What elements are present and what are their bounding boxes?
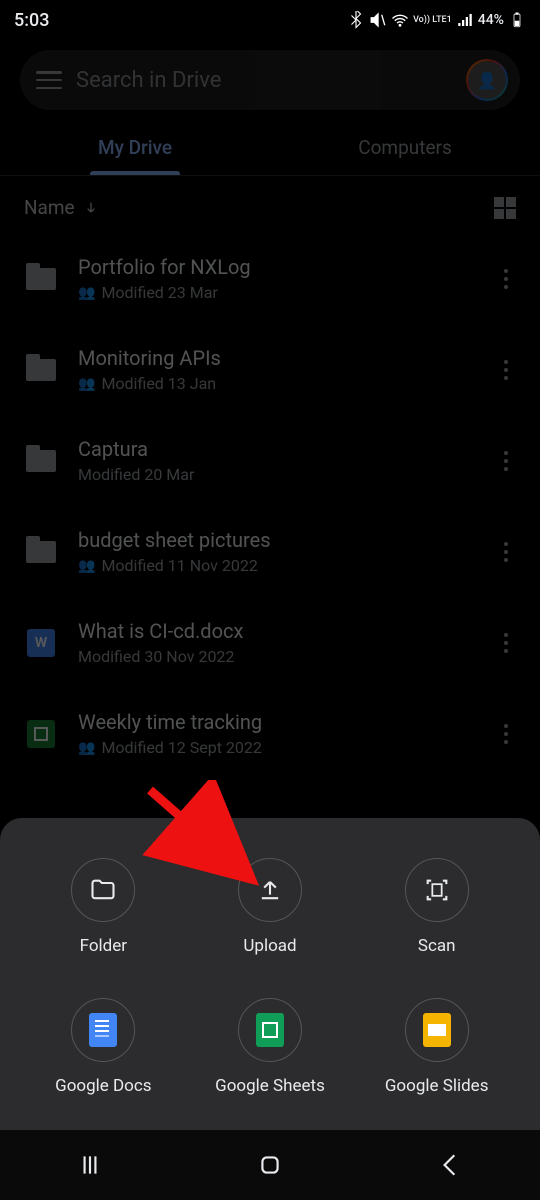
back-button[interactable] bbox=[437, 1152, 463, 1178]
file-meta-text: Modified 11 Nov 2022 bbox=[101, 556, 257, 575]
shared-icon: 👥 bbox=[78, 558, 95, 574]
bluetooth-icon bbox=[347, 11, 365, 29]
file-meta-text: Modified 13 Jan bbox=[101, 374, 216, 393]
sheets-icon bbox=[238, 998, 302, 1062]
file-meta-text: Modified 23 Mar bbox=[101, 283, 217, 302]
avatar[interactable]: 👤 bbox=[466, 59, 508, 101]
file-meta: Modified 20 Mar bbox=[78, 465, 476, 484]
upload-icon bbox=[238, 858, 302, 922]
battery-percent: 44% bbox=[478, 12, 504, 28]
scan-icon bbox=[405, 858, 469, 922]
recents-button[interactable] bbox=[77, 1152, 103, 1178]
signal-icon bbox=[456, 11, 474, 29]
list-item[interactable]: Captura Modified 20 Mar bbox=[18, 415, 522, 506]
action-folder[interactable]: Folder bbox=[20, 858, 187, 956]
file-meta: 👥 Modified 12 Sept 2022 bbox=[78, 738, 476, 757]
action-label: Google Docs bbox=[55, 1076, 151, 1096]
action-label: Google Slides bbox=[385, 1076, 489, 1096]
more-button[interactable] bbox=[496, 360, 516, 380]
docx-icon: W bbox=[24, 626, 58, 660]
file-name: Captura bbox=[78, 437, 476, 461]
file-name: Portfolio for NXLog bbox=[78, 255, 476, 279]
action-slides[interactable]: Google Slides bbox=[353, 998, 520, 1096]
slides-icon bbox=[405, 998, 469, 1062]
folder-icon bbox=[24, 353, 58, 387]
action-scan[interactable]: Scan bbox=[353, 858, 520, 956]
tab-my-drive[interactable]: My Drive bbox=[0, 120, 270, 175]
tabs: My Drive Computers bbox=[0, 120, 540, 176]
file-meta-text: Modified 20 Mar bbox=[78, 465, 194, 484]
file-info: Weekly time tracking 👥 Modified 12 Sept 20… bbox=[78, 710, 476, 757]
action-label: Folder bbox=[80, 936, 127, 956]
file-name: budget sheet pictures bbox=[78, 528, 476, 552]
file-meta: 👥 Modified 13 Jan bbox=[78, 374, 476, 393]
list-item[interactable]: W What is CI-cd.docx Modified 30 Nov 2022 bbox=[18, 597, 522, 688]
action-docs[interactable]: Google Docs bbox=[20, 998, 187, 1096]
view-toggle[interactable] bbox=[494, 197, 516, 219]
action-upload[interactable]: Upload bbox=[187, 858, 354, 956]
tab-label: Computers bbox=[358, 136, 452, 159]
battery-icon bbox=[508, 11, 526, 29]
action-label: Google Sheets bbox=[215, 1076, 325, 1096]
list-item[interactable]: Monitoring APIs 👥 Modified 13 Jan bbox=[18, 324, 522, 415]
file-info: Captura Modified 20 Mar bbox=[78, 437, 476, 484]
file-meta: Modified 30 Nov 2022 bbox=[78, 647, 476, 666]
folder-icon bbox=[71, 858, 135, 922]
status-time: 5:03 bbox=[14, 10, 49, 31]
file-info: budget sheet pictures 👥 Modified 11 Nov 20… bbox=[78, 528, 476, 575]
wifi-icon bbox=[391, 11, 409, 29]
more-button[interactable] bbox=[496, 724, 516, 744]
folder-icon bbox=[24, 535, 58, 569]
more-button[interactable] bbox=[496, 542, 516, 562]
status-bar: 5:03 Vo)) LTE1 44% bbox=[0, 0, 540, 40]
action-sheets[interactable]: Google Sheets bbox=[187, 998, 354, 1096]
action-label: Upload bbox=[243, 936, 296, 956]
list-item[interactable]: budget sheet pictures 👥 Modified 11 Nov 20… bbox=[18, 506, 522, 597]
file-meta-text: Modified 30 Nov 2022 bbox=[78, 647, 234, 666]
folder-icon bbox=[24, 262, 58, 296]
file-meta: 👥 Modified 23 Mar bbox=[78, 283, 476, 302]
arrow-down-icon bbox=[83, 200, 99, 216]
android-nav bbox=[0, 1130, 540, 1200]
search-placeholder: Search in Drive bbox=[76, 68, 452, 93]
more-button[interactable] bbox=[496, 633, 516, 653]
more-button[interactable] bbox=[496, 269, 516, 289]
sort-button[interactable]: Name bbox=[24, 196, 99, 219]
shared-icon: 👥 bbox=[78, 285, 95, 301]
create-new-sheet: Folder Upload Scan Google Docs Google Sheets… bbox=[0, 818, 540, 1130]
menu-icon[interactable] bbox=[36, 71, 62, 89]
sheet-icon bbox=[24, 717, 58, 751]
tab-label: My Drive bbox=[98, 136, 172, 159]
docs-icon bbox=[71, 998, 135, 1062]
sort-text: Name bbox=[24, 196, 75, 219]
mute-icon bbox=[369, 11, 387, 29]
list-item[interactable]: Portfolio for NXLog 👥 Modified 23 Mar bbox=[18, 233, 522, 324]
list-item[interactable]: Weekly time tracking 👥 Modified 12 Sept 20… bbox=[18, 688, 522, 779]
shared-icon: 👥 bbox=[78, 740, 95, 756]
tab-computers[interactable]: Computers bbox=[270, 120, 540, 175]
more-button[interactable] bbox=[496, 451, 516, 471]
file-name: Monitoring APIs bbox=[78, 346, 476, 370]
file-name: Weekly time tracking bbox=[78, 710, 476, 734]
file-info: Monitoring APIs 👥 Modified 13 Jan bbox=[78, 346, 476, 393]
file-meta-text: Modified 12 Sept 2022 bbox=[101, 738, 261, 757]
folder-icon bbox=[24, 444, 58, 478]
file-meta: 👥 Modified 11 Nov 2022 bbox=[78, 556, 476, 575]
shared-icon: 👥 bbox=[78, 376, 95, 392]
file-info: What is CI-cd.docx Modified 30 Nov 2022 bbox=[78, 619, 476, 666]
home-button[interactable] bbox=[257, 1152, 283, 1178]
file-name: What is CI-cd.docx bbox=[78, 619, 476, 643]
action-label: Scan bbox=[418, 936, 456, 956]
file-info: Portfolio for NXLog 👥 Modified 23 Mar bbox=[78, 255, 476, 302]
search-input[interactable]: Search in Drive 👤 bbox=[20, 50, 520, 110]
network-label: Vo)) LTE1 bbox=[413, 16, 452, 25]
